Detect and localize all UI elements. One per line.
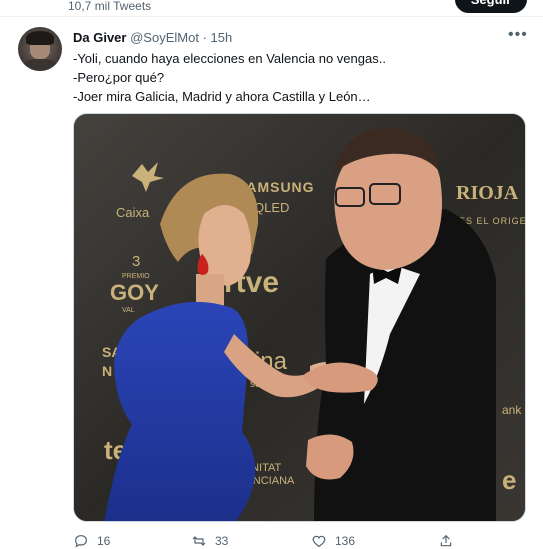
photo-illustration: Caixa SAMSUNG QLED RIOJA ES EL ORIGEN 3 … (74, 114, 526, 521)
backdrop-n: N (102, 363, 112, 379)
tweet-timestamp[interactable]: 15h (211, 30, 233, 45)
tweet-text: -Yoli, cuando haya elecciones en Valenci… (73, 49, 523, 106)
tweet-line: -Pero¿por qué? (73, 70, 165, 85)
display-name[interactable]: Da Giver (73, 30, 126, 45)
tweet-line: -Yoli, cuando haya elecciones en Valenci… (73, 51, 386, 66)
avatar[interactable] (18, 27, 62, 71)
backdrop-rioja: RIOJA (456, 182, 519, 204)
retweet-icon (192, 536, 206, 546)
tweets-count: 10,7 mil Tweets (68, 0, 152, 13)
share-icon (440, 534, 452, 547)
avatar-hair (26, 31, 54, 45)
divider (0, 16, 543, 17)
like-count: 136 (335, 534, 356, 548)
woman-blue-dress (104, 301, 256, 521)
tweet-photo[interactable]: Caixa SAMSUNG QLED RIOJA ES EL ORIGEN 3 … (73, 113, 526, 522)
backdrop-caixa: Caixa (116, 205, 150, 220)
retweet-count: 33 (215, 534, 229, 548)
follow-button[interactable]: Seguir (455, 0, 527, 13)
backdrop-ank: ank (502, 403, 522, 417)
backdrop-premios-number: 3 (132, 253, 140, 270)
retweet-action[interactable]: 33 (191, 533, 228, 549)
backdrop-e: e (502, 465, 516, 495)
like-action[interactable]: 136 (311, 533, 355, 549)
user-handle[interactable]: @SoyElMot (130, 30, 199, 45)
avatar-shirt (23, 59, 57, 71)
reply-action[interactable]: 16 (73, 533, 110, 549)
tweet-actions-bar: 16 33 136 (73, 533, 513, 549)
heart-icon (312, 535, 326, 548)
more-options-icon[interactable]: ••• (508, 26, 528, 44)
reply-icon (75, 535, 87, 548)
backdrop-val: VAL (122, 307, 135, 314)
reply-count: 16 (97, 534, 111, 548)
backdrop-qled: QLED (254, 200, 289, 215)
tweet-header: Da Giver @SoyElMot · 15h (73, 30, 232, 45)
tweet-line: -Joer mira Galicia, Madrid y ahora Casti… (73, 89, 371, 104)
profile-top-bar: 10,7 mil Tweets Seguir (0, 0, 543, 16)
share-action[interactable] (438, 533, 462, 549)
separator-dot: · (202, 30, 207, 45)
backdrop-goya: GOY (110, 280, 159, 305)
backdrop-premios: PREMIO (122, 273, 150, 280)
backdrop-es-el-origen: ES EL ORIGEN (459, 216, 526, 226)
